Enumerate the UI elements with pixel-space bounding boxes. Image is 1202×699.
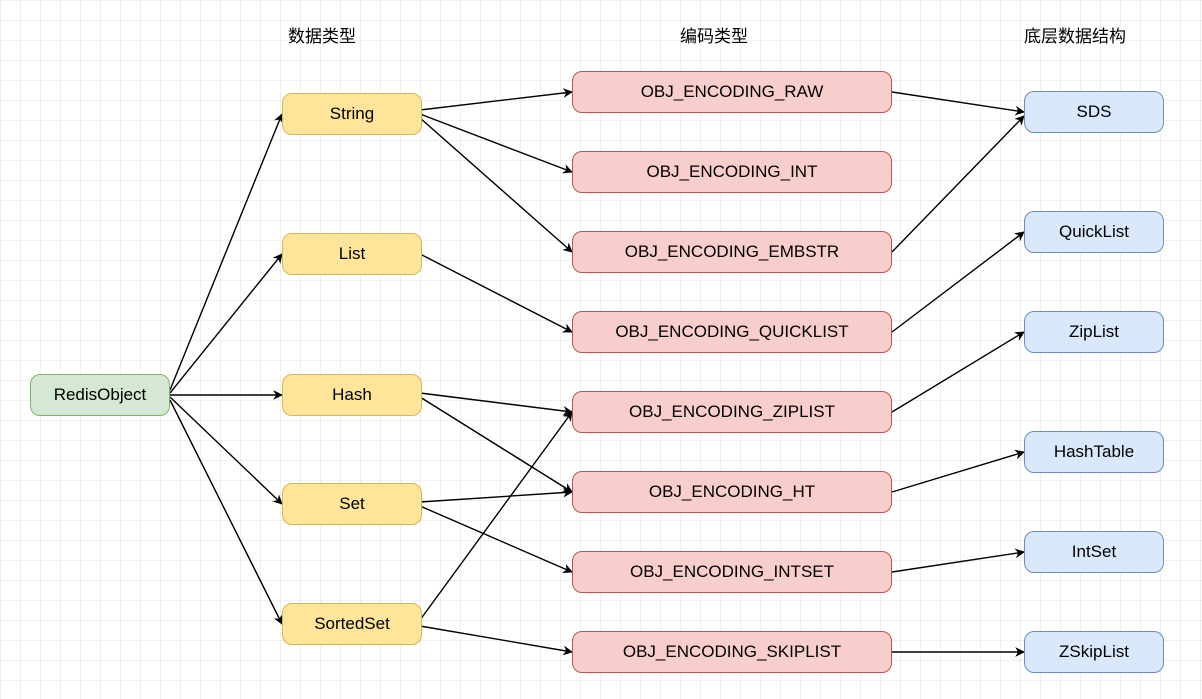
header-structure: 底层数据结构	[1024, 22, 1126, 47]
node-type-set: Set	[282, 483, 422, 525]
node-enc-intset: OBJ_ENCODING_INTSET	[572, 551, 892, 593]
node-enc-embstr: OBJ_ENCODING_EMBSTR	[572, 231, 892, 273]
node-label: IntSet	[1072, 542, 1116, 562]
node-struct-zskiplist: ZSkipList	[1024, 631, 1164, 673]
node-struct-quicklist: QuickList	[1024, 211, 1164, 253]
node-type-sortedset: SortedSet	[282, 603, 422, 645]
node-type-string: String	[282, 93, 422, 135]
node-struct-intset: IntSet	[1024, 531, 1164, 573]
node-label: OBJ_ENCODING_HT	[649, 482, 815, 502]
node-enc-skiplist: OBJ_ENCODING_SKIPLIST	[572, 631, 892, 673]
node-enc-int: OBJ_ENCODING_INT	[572, 151, 892, 193]
node-label: HashTable	[1054, 442, 1134, 462]
node-label: RedisObject	[54, 385, 147, 405]
node-label: ZipList	[1069, 322, 1119, 342]
node-label: String	[330, 104, 374, 124]
node-label: OBJ_ENCODING_ZIPLIST	[629, 402, 835, 422]
node-type-list: List	[282, 233, 422, 275]
node-label: ZSkipList	[1059, 642, 1129, 662]
node-enc-ht: OBJ_ENCODING_HT	[572, 471, 892, 513]
node-label: OBJ_ENCODING_EMBSTR	[625, 242, 839, 262]
header-encoding-type: 编码类型	[680, 22, 748, 47]
diagram-canvas: 数据类型 编码类型 底层数据结构 RedisObject String List…	[0, 0, 1202, 699]
node-struct-ziplist: ZipList	[1024, 311, 1164, 353]
node-label: OBJ_ENCODING_RAW	[641, 82, 824, 102]
node-struct-hashtable: HashTable	[1024, 431, 1164, 473]
node-label: QuickList	[1059, 222, 1129, 242]
node-label: OBJ_ENCODING_INT	[647, 162, 818, 182]
header-data-type: 数据类型	[288, 22, 356, 47]
node-label: Set	[339, 494, 365, 514]
node-enc-ziplist: OBJ_ENCODING_ZIPLIST	[572, 391, 892, 433]
node-struct-sds: SDS	[1024, 91, 1164, 133]
node-label: SortedSet	[314, 614, 390, 634]
node-label: List	[339, 244, 365, 264]
node-redisobject: RedisObject	[30, 374, 170, 416]
node-label: Hash	[332, 385, 372, 405]
node-type-hash: Hash	[282, 374, 422, 416]
node-enc-raw: OBJ_ENCODING_RAW	[572, 71, 892, 113]
node-label: OBJ_ENCODING_SKIPLIST	[623, 642, 841, 662]
node-enc-quicklist: OBJ_ENCODING_QUICKLIST	[572, 311, 892, 353]
node-label: SDS	[1077, 102, 1112, 122]
node-label: OBJ_ENCODING_INTSET	[630, 562, 834, 582]
node-label: OBJ_ENCODING_QUICKLIST	[615, 322, 848, 342]
